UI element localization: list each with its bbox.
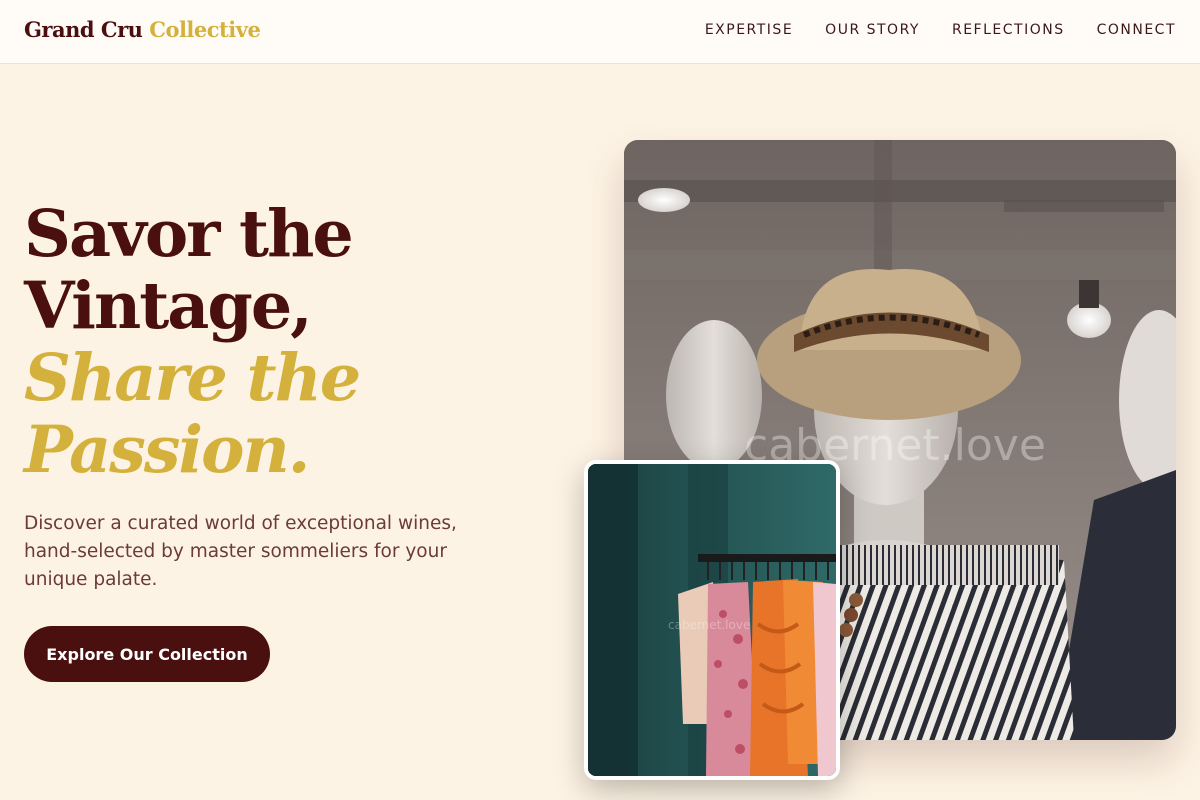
hero-secondary-image: cabernet.love: [584, 460, 840, 780]
headline-line-4: Passion.: [24, 412, 310, 488]
explore-collection-button[interactable]: Explore Our Collection: [24, 626, 270, 682]
hero-description: Discover a curated world of exceptional …: [24, 513, 457, 590]
headline-line-2: Vintage,: [24, 268, 313, 344]
nav-link-expertise[interactable]: EXPERTISE: [705, 22, 793, 38]
nav-link-connect[interactable]: CONNECT: [1097, 22, 1176, 38]
hero-headline: Savor the Vintage, Share the Passion.: [24, 196, 361, 488]
logo-accent-text: Collective: [149, 17, 261, 42]
logo[interactable]: Grand Cru Collective: [24, 17, 261, 42]
clothing-rack-photo: cabernet.love: [588, 464, 836, 776]
site-header: Grand Cru Collective EXPERTISE OUR STORY…: [0, 0, 1200, 64]
logo-main-text: Grand Cru: [24, 17, 143, 42]
main-nav: EXPERTISE OUR STORY REFLECTIONS CONNECT: [705, 22, 1176, 38]
headline-line-1: Savor the: [24, 196, 354, 272]
nav-link-reflections[interactable]: REFLECTIONS: [952, 22, 1065, 38]
nav-link-our-story[interactable]: OUR STORY: [825, 22, 920, 38]
headline-line-3: Share the: [24, 340, 361, 416]
sub-image-watermark: cabernet.love: [668, 618, 750, 632]
